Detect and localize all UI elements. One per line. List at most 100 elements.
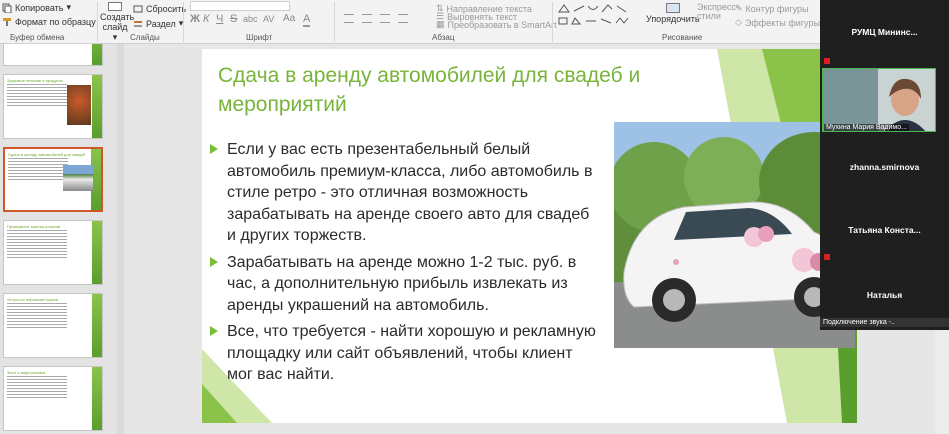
clipboard-group-label: Буфер обмена [10,33,65,42]
bullet-arrow-icon [210,326,218,336]
shape-effects-button[interactable]: ◇ Эффекты фигуры [735,17,820,28]
reset-label: Сбросить [146,4,187,14]
font-color-icon: A [303,13,311,27]
slides-group-label: Слайды [130,33,160,42]
copy-label: Копировать [15,2,64,13]
participant-name: РУМЦ Мининс... [851,27,918,37]
new-slide-label-2: слайд ▾ [102,22,128,42]
divider [183,2,184,42]
format-painter-icon [2,17,12,27]
new-slide-label-1: Создать [100,12,135,22]
thumbnail-text-lines [7,376,67,400]
slide-thumbnails-pane: Здоровое питание и продукты Сдача в арен… [0,44,124,434]
thumbnail-accent [92,294,102,357]
thumbnail-accent [92,221,102,284]
shape-outline-label: Контур фигуры [745,3,809,14]
thumbnail-text-lines [7,84,67,108]
thumbnail-text-lines [7,230,67,260]
participant-name: zhanna.smirnova [849,162,920,172]
reset-button[interactable]: Сбросить [133,4,186,14]
shapes-icon [558,4,629,25]
bold-button[interactable]: Ж [190,13,200,25]
effects-icon: ◇ [735,17,742,27]
bullet-text: Если у вас есть презентабельный белый ав… [227,141,593,244]
audio-status-bar: Подключение звука -.. [820,318,949,327]
drawing-group-label: Рисование [662,33,703,42]
italic-button[interactable]: К [203,13,209,25]
thumbnail-image [63,165,93,191]
strikethrough-button[interactable]: S [230,13,237,25]
slide-thumbnail[interactable]: Услуги по перевозке грузов [3,293,103,358]
thumbnail-image [67,85,91,125]
divider [334,2,335,42]
thumbnail-title: Проведение мастер-классов [7,224,61,229]
participant-video-icon [823,69,935,131]
thumbnail-text-lines [7,303,67,330]
section-label: Раздел [146,18,176,29]
justify-icon[interactable] [398,14,408,23]
participant-tile[interactable]: Наталья [820,285,949,305]
change-case-button[interactable]: Aa [283,13,295,24]
underline-button[interactable]: Ч [216,13,223,25]
thumbnail-accent [92,367,102,430]
thumbnail-accent [92,44,102,65]
slide-canvas[interactable]: Сдача в аренду автомобилей для свадеб и … [202,49,857,423]
reset-icon [133,4,143,14]
align-left-icon[interactable] [344,14,354,23]
thumbnail-title: Фото и видеосъемка [7,370,46,375]
shape-effects-label: Эффекты фигуры [744,17,820,28]
arrange-button[interactable]: Упорядочить [646,3,700,24]
wedding-car-photo[interactable] [614,122,855,348]
font-color-button[interactable]: A [303,13,311,27]
video-participants-panel: РУМЦ Мининс... Мухина Мария Вадимо... zh… [820,0,949,330]
thumbnail-text-lines [8,158,68,182]
font-name-field[interactable] [190,1,290,11]
slide-thumbnail[interactable]: Проведение мастер-классов [3,220,103,285]
bullet-text: Все, что требуется - найти хорошую и рек… [227,323,596,383]
thumbnails-scrollbar[interactable] [117,44,124,434]
align-center-icon[interactable] [362,14,372,23]
format-painter-label: Формат по образцу [15,17,96,27]
shadow-button[interactable]: abc [243,14,258,24]
bullet-arrow-icon [210,144,218,154]
paragraph-group-label: Абзац [432,33,455,42]
shapes-gallery[interactable] [556,3,640,32]
express-styles-button[interactable]: Экспресс- стили [697,3,739,21]
new-slide-icon [108,2,122,11]
align-right-icon[interactable] [380,14,390,23]
divider [552,2,553,42]
participant-name: Татьяна Конста... [848,225,921,235]
section-button[interactable]: Раздел ▾ [133,18,183,29]
convert-smartart-label: Преобразовать в SmartArt [447,19,557,30]
participant-tile[interactable]: РУМЦ Мининс... [820,22,949,42]
slide-title[interactable]: Сдача в аренду автомобилей для свадеб и … [218,61,698,119]
slide-thumbnail-selected[interactable]: Сдача в аренду автомобилей для свадеб [3,147,103,212]
bullet-item: Все, что требуется - найти хорошую и рек… [210,321,600,386]
slide-thumbnail[interactable]: Фото и видеосъемка [3,366,103,431]
spacing-button[interactable]: AV [263,14,274,24]
new-slide-button[interactable]: Создать слайд ▾ [100,2,135,42]
copy-button[interactable]: Копировать ▾ [2,2,71,13]
divider [97,2,98,42]
muted-mic-icon [824,254,830,260]
copy-icon [2,3,12,13]
participant-tile[interactable]: Татьяна Конста... [820,220,949,240]
convert-smartart-button[interactable]: ▦ Преобразовать в SmartArt [436,19,557,30]
arrange-label: Упорядочить [646,14,700,24]
section-icon [133,19,143,29]
participant-name: Мухина Мария Вадимо... [824,124,909,131]
thumbnail-title: Сдача в аренду автомобилей для свадеб [8,152,86,157]
slide-thumbnail[interactable]: Здоровое питание и продукты [3,74,103,139]
participant-video-tile[interactable] [822,68,936,132]
format-painter-button[interactable]: Формат по образцу [2,17,96,27]
shape-outline-button[interactable]: ✎ Контур фигуры [735,3,808,14]
muted-mic-icon [824,58,830,64]
slide-editing-area: Сдача в аренду автомобилей для свадеб и … [124,44,857,434]
bullet-list[interactable]: Если у вас есть презентабельный белый ав… [210,139,600,391]
thumbnail-title: Услуги по перевозке грузов [7,297,58,302]
slide-thumbnail[interactable] [3,44,103,66]
alignment-buttons [344,14,408,23]
participant-tile[interactable]: zhanna.smirnova [820,157,949,177]
smartart-icon: ▦ [436,19,445,29]
bullet-arrow-icon [210,256,218,267]
